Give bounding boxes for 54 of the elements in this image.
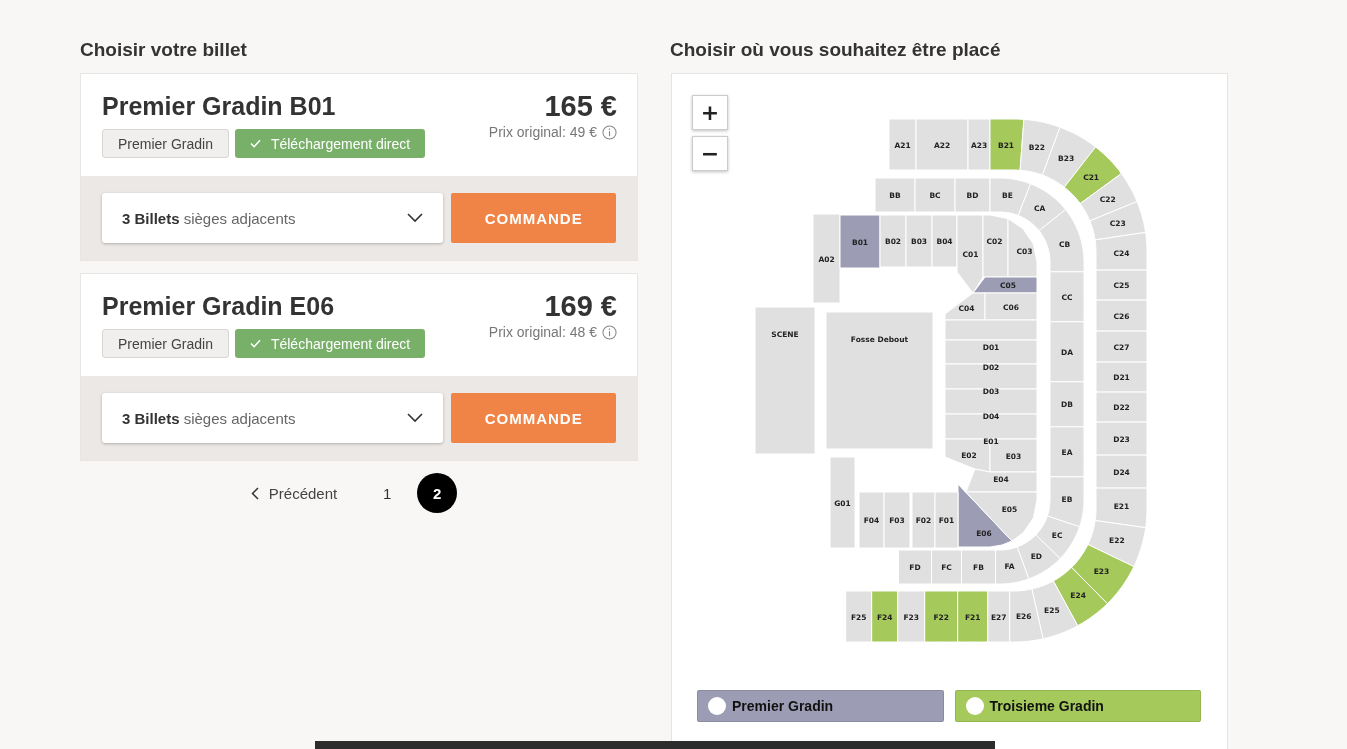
seating-section[interactable] <box>1079 173 1138 222</box>
seating-section[interactable] <box>871 590 899 643</box>
page-button[interactable]: 2 <box>417 473 458 513</box>
zoom-in-button[interactable]: + <box>692 95 728 130</box>
chevron-down-icon <box>407 413 424 423</box>
radio-icon[interactable] <box>965 697 984 715</box>
seating-section[interactable] <box>924 590 959 643</box>
ticket-title: Premier Gradin B01 <box>102 91 337 122</box>
legend-label: Premier Gradin <box>732 698 834 714</box>
ticket-title: Premier Gradin E06 <box>102 291 336 322</box>
original-price: Prix original: 48 € <box>488 324 597 340</box>
seating-section[interactable] <box>1071 544 1135 605</box>
seating-section[interactable] <box>888 118 917 171</box>
page-button[interactable]: 1 <box>367 473 408 513</box>
download-badge: Téléchargement direct <box>234 329 426 358</box>
radio-icon[interactable] <box>708 697 726 715</box>
seating-section[interactable] <box>957 590 989 643</box>
check-icon <box>249 139 261 148</box>
seating-section[interactable] <box>883 491 911 549</box>
previous-page-link[interactable]: Précédent <box>244 483 344 503</box>
legend-item[interactable]: Troisieme Gradin <box>954 690 1201 722</box>
original-price: Prix original: 49 € <box>488 124 597 140</box>
seating-section[interactable] <box>972 276 1038 294</box>
legend-label: Troisieme Gradin <box>989 698 1104 714</box>
info-icon[interactable] <box>602 124 617 140</box>
check-icon <box>249 339 261 348</box>
seating-section[interactable] <box>965 468 1038 493</box>
seating-section[interactable] <box>905 214 933 268</box>
ticket-price: 169 € <box>543 290 617 322</box>
section-heading: Choisir où vous souhaitez être placé <box>670 38 1002 62</box>
info-icon[interactable] <box>602 324 617 340</box>
category-tag: Premier Gradin <box>102 129 229 158</box>
seating-section[interactable] <box>839 214 881 269</box>
seating-section[interactable] <box>1095 454 1148 489</box>
seating-section[interactable] <box>1095 391 1148 423</box>
seating-section[interactable] <box>898 549 932 585</box>
chevron-down-icon <box>407 213 424 223</box>
download-badge: Téléchargement direct <box>234 129 426 158</box>
seating-section[interactable] <box>954 177 991 213</box>
seating-section[interactable] <box>931 214 958 268</box>
seating-section[interactable] <box>967 118 991 171</box>
zoom-out-button[interactable]: − <box>692 136 728 171</box>
quantity-select[interactable]: 3 Billets sièges adjacents <box>102 193 444 243</box>
chevron-left-icon <box>250 486 259 500</box>
seating-section[interactable] <box>897 590 926 643</box>
category-tag: Premier Gradin <box>102 329 229 358</box>
section-heading: Choisir votre billet <box>80 38 248 62</box>
seating-section[interactable] <box>879 214 907 268</box>
quantity-select[interactable]: 3 Billets sièges adjacents <box>102 393 444 443</box>
seating-section[interactable] <box>989 118 1025 171</box>
seating-section[interactable] <box>911 491 936 549</box>
legend-item[interactable]: Premier Gradin <box>697 690 944 722</box>
seating-section[interactable] <box>984 292 1038 321</box>
ticket-price: 165 € <box>543 90 617 122</box>
